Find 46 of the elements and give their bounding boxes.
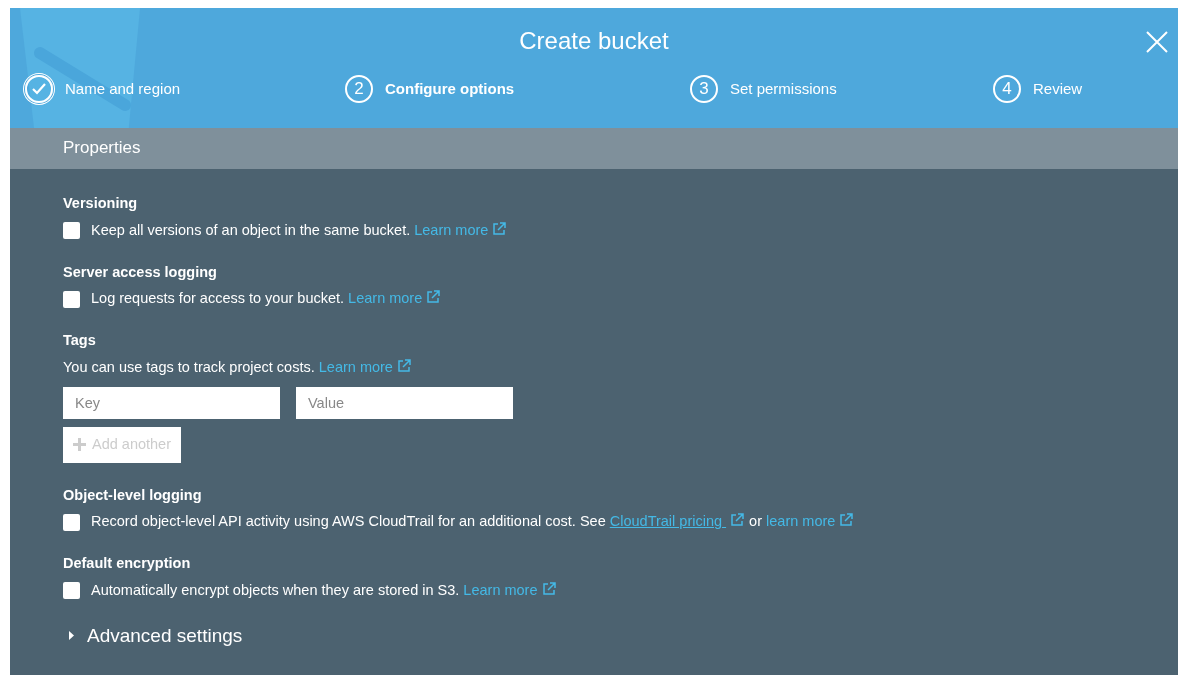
option-title: Object-level logging bbox=[63, 485, 203, 505]
external-link-icon bbox=[541, 581, 557, 596]
learn-more-link[interactable]: Learn more bbox=[318, 358, 412, 375]
close-icon bbox=[1146, 31, 1168, 53]
close-button[interactable] bbox=[1144, 29, 1170, 55]
step-number: 4 bbox=[993, 75, 1021, 103]
option-description: Record object-level API activity using AWS CloudTrail for an additional cost. See CloudTrail pricing or learn more bbox=[91, 511, 855, 533]
checkbox[interactable] bbox=[63, 290, 80, 308]
key-field[interactable]: Key bbox=[63, 386, 280, 419]
option-title: Server access logging bbox=[63, 262, 218, 282]
step-label: Configure options bbox=[385, 78, 515, 99]
external-link-icon bbox=[839, 513, 855, 528]
modal-title: Create bucket bbox=[519, 26, 669, 56]
checkbox[interactable] bbox=[63, 513, 80, 531]
option-title: Tags bbox=[63, 331, 97, 350]
learn-more-link[interactable]: Learn more bbox=[414, 221, 508, 238]
option-description: You can use tags to track project costs. Learn more bbox=[63, 358, 412, 375]
wizard-step[interactable]: 2 Configure options bbox=[345, 75, 690, 103]
external-link-icon bbox=[396, 358, 412, 373]
caret-icon bbox=[68, 631, 75, 641]
learn-more-link[interactable]: Learn more bbox=[463, 581, 557, 598]
step-label: Name and region bbox=[65, 78, 181, 99]
section-header: Properties bbox=[10, 128, 1178, 169]
wizard-step[interactable]: 4 Review bbox=[993, 75, 1178, 103]
step-label: Set permissions bbox=[730, 78, 837, 99]
learn-more-link[interactable]: learn more bbox=[766, 513, 855, 530]
plus-icon bbox=[73, 438, 86, 451]
step-number: 2 bbox=[345, 75, 373, 103]
option-title: Default encryption bbox=[63, 554, 192, 573]
option-description: Keep all versions of an object in the same bucket. Learn more bbox=[91, 219, 508, 242]
value-field[interactable]: Value bbox=[296, 386, 513, 419]
external-link-icon bbox=[426, 290, 442, 305]
advanced-settings-toggle[interactable]: Advanced settings bbox=[68, 621, 243, 650]
option-description: Automatically encrypt objects when they are stored in S3. Learn more bbox=[91, 579, 557, 602]
wizard-step[interactable]: Name and region bbox=[25, 75, 345, 103]
external-link-icon bbox=[730, 513, 746, 528]
step-number: 3 bbox=[690, 75, 718, 103]
checkbox[interactable] bbox=[63, 582, 80, 600]
step-label: Review bbox=[1033, 78, 1083, 99]
option-description: Log requests for access to your bucket. Learn more bbox=[91, 288, 442, 310]
learn-more-link[interactable]: CloudTrail pricing bbox=[609, 513, 746, 530]
learn-more-link[interactable]: Learn more bbox=[348, 290, 442, 307]
wizard-step[interactable]: 3 Set permissions bbox=[690, 75, 993, 103]
external-link-icon bbox=[492, 221, 508, 236]
checkbox[interactable] bbox=[63, 222, 80, 240]
option-title: Versioning bbox=[63, 194, 139, 213]
